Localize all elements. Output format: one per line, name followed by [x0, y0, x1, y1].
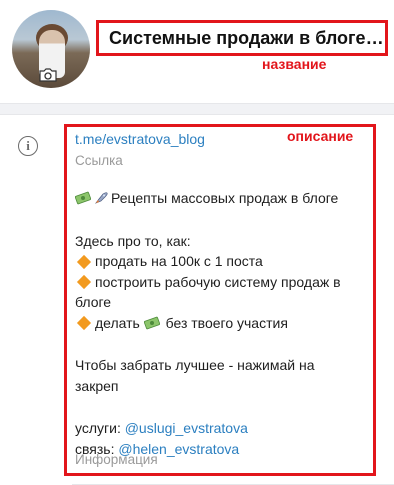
money-icon [143, 316, 160, 329]
title-annotation: название [262, 56, 327, 72]
description-text: Рецепты массовых продаж в блоге Здесь пр… [75, 188, 365, 459]
bullet-2-cont: блоге [75, 294, 112, 310]
rocket-icon [94, 192, 108, 204]
tagline-line: Рецепты массовых продаж в блоге [75, 188, 365, 209]
link-caption: Ссылка [75, 153, 123, 168]
tagline: Рецепты массовых продаж в блоге [111, 190, 339, 206]
money-icon [75, 191, 91, 205]
camera-icon[interactable] [35, 64, 61, 86]
description-annotation: описание [287, 128, 354, 144]
bullet-3: делать без твоего участия [75, 313, 365, 334]
profile-header: Системные продажи в блоге |... название [0, 0, 394, 103]
channel-link[interactable]: t.me/evstratova_blog [75, 131, 205, 147]
services-line: услуги: @uslugi_evstratova [75, 420, 248, 436]
orange-diamond-icon [76, 275, 92, 290]
info-caption: Информация [75, 452, 158, 467]
intro: Здесь про то, как: [75, 232, 191, 249]
orange-diamond-icon [76, 254, 92, 269]
cta-line-1: Чтобы забрать лучшее - нажимай на [75, 357, 315, 373]
services-mention-link[interactable]: @uslugi_evstratova [125, 420, 248, 436]
channel-title: Системные продажи в блоге |... [109, 27, 385, 48]
channel-title-box[interactable]: Системные продажи в блоге |... [96, 20, 388, 56]
bullet-2: построить рабочую систему продаж в [75, 272, 365, 293]
bullet-1: продать на 100к с 1 поста [75, 251, 365, 272]
section-separator [0, 103, 394, 115]
orange-diamond-icon [76, 316, 92, 331]
cta-line-2: закреп [75, 377, 119, 394]
info-icon: i [18, 136, 38, 156]
